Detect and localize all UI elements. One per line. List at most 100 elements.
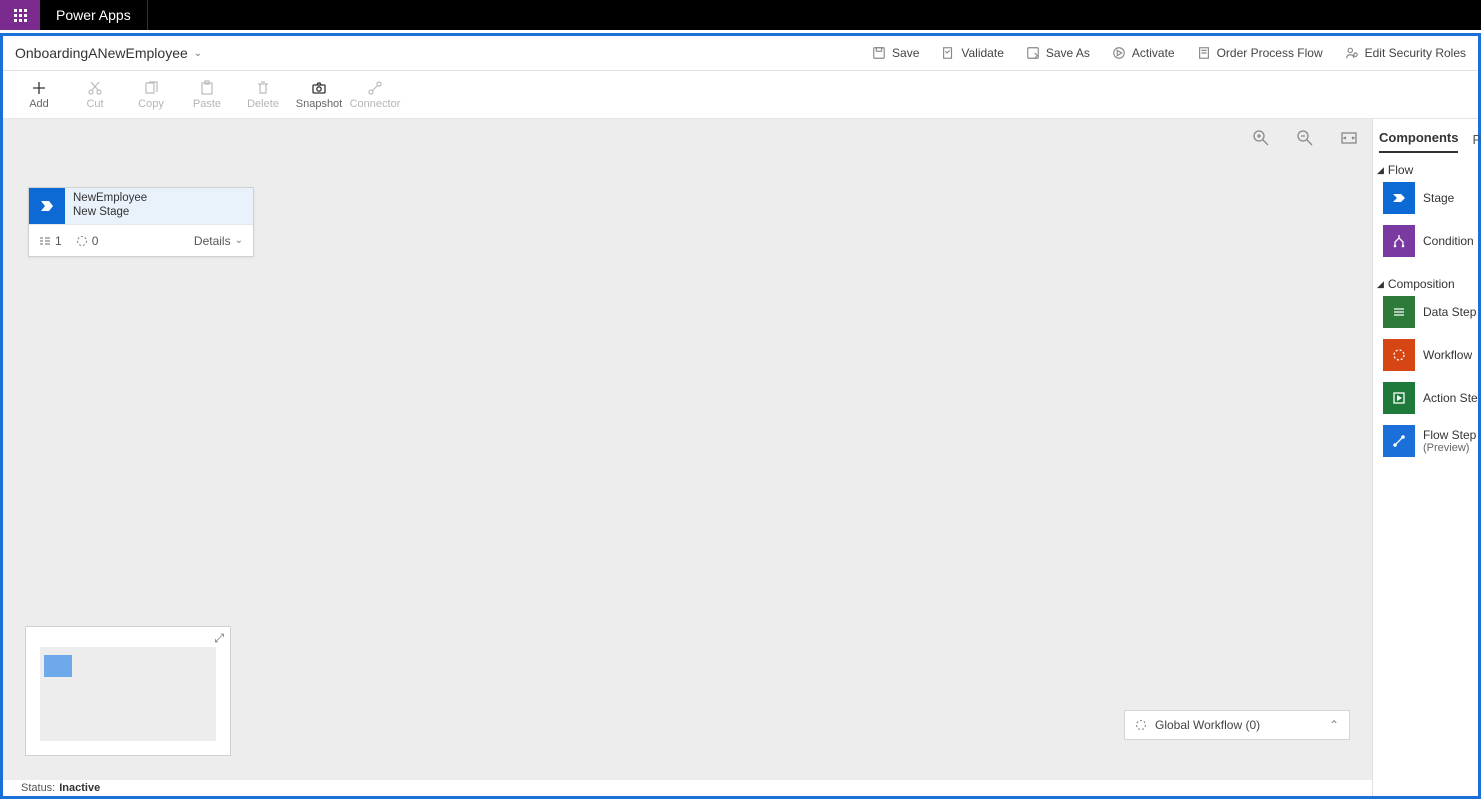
status-value: Inactive [59, 782, 100, 794]
zoom-out-icon[interactable] [1296, 129, 1314, 147]
edit-security-roles-button[interactable]: Edit Security Roles [1345, 46, 1466, 60]
waffle-icon [14, 9, 27, 22]
tab-components[interactable]: Components [1379, 130, 1458, 153]
component-data-step-label: Data Step [1423, 305, 1476, 319]
copy-label: Copy [138, 98, 164, 110]
designer-frame: OnboardingANewEmployee ⌄ Save Validate S… [0, 33, 1481, 799]
section-composition[interactable]: ◢ Composition [1373, 267, 1478, 295]
component-condition[interactable]: Condition [1373, 224, 1478, 258]
status-label: Status: [21, 782, 55, 794]
stage-text: NewEmployee New Stage [65, 188, 253, 224]
save-icon [872, 46, 886, 60]
minimap-expand-icon[interactable]: ⤢ [214, 631, 224, 646]
workflow-dashed-icon [76, 235, 88, 247]
snapshot-button[interactable]: Snapshot [291, 80, 347, 110]
app-launcher-button[interactable] [0, 0, 40, 30]
stage-icon [1383, 182, 1415, 214]
tab-properties[interactable]: Pr [1472, 132, 1481, 153]
zoom-in-icon[interactable] [1252, 129, 1270, 147]
minimap-stage [44, 655, 72, 677]
workflow-dashed-icon [1135, 719, 1147, 731]
stage-chevron-icon [39, 198, 55, 214]
section-flow-label: Flow [1388, 163, 1413, 177]
security-label: Edit Security Roles [1365, 46, 1466, 60]
save-as-button[interactable]: Save As [1026, 46, 1090, 60]
condition-icon [1383, 225, 1415, 257]
section-composition-label: Composition [1388, 277, 1455, 291]
validate-icon [941, 46, 955, 60]
cut-button[interactable]: Cut [67, 80, 123, 110]
security-icon [1345, 46, 1359, 60]
chevron-down-icon: ⌄ [194, 48, 202, 59]
step-count-value: 1 [55, 234, 62, 248]
add-label: Add [29, 98, 49, 110]
plus-icon [31, 80, 47, 96]
toolbar: Add Cut Copy Paste Delete Snapshot Conne… [3, 71, 1478, 119]
workflow-count: 0 [76, 234, 99, 248]
header-actions: Save Validate Save As Activate Order Pro… [872, 46, 1466, 60]
validate-button[interactable]: Validate [941, 46, 1003, 60]
activate-icon [1112, 46, 1126, 60]
connector-button[interactable]: Connector [347, 80, 403, 110]
stage-body: 1 0 Details ⌄ [29, 224, 253, 256]
camera-icon [311, 80, 327, 96]
panel-tabs: Components Pr [1373, 119, 1478, 153]
action-step-icon [1383, 382, 1415, 414]
component-condition-label: Condition [1423, 234, 1474, 248]
workflow-icon [1383, 339, 1415, 371]
paste-label: Paste [193, 98, 221, 110]
validate-label: Validate [961, 46, 1003, 60]
collapse-icon: ◢ [1377, 279, 1384, 290]
save-as-icon [1026, 46, 1040, 60]
process-name-dropdown[interactable]: OnboardingANewEmployee ⌄ [15, 45, 202, 61]
chevron-up-icon: ⌃ [1329, 718, 1339, 732]
data-step-icon [1383, 296, 1415, 328]
stage-entity-label: NewEmployee [73, 192, 245, 206]
zoom-controls [1252, 129, 1358, 147]
section-flow[interactable]: ◢ Flow [1373, 153, 1478, 181]
header-bar: OnboardingANewEmployee ⌄ Save Validate S… [3, 36, 1478, 71]
snapshot-label: Snapshot [296, 98, 342, 110]
stage-header: NewEmployee New Stage [29, 188, 253, 224]
chevron-down-icon: ⌄ [235, 235, 243, 246]
flow-step-text: Flow Step [1423, 428, 1476, 442]
flow-step-icon [1383, 425, 1415, 457]
component-workflow[interactable]: Workflow [1373, 338, 1478, 372]
stage-badge [29, 188, 65, 224]
component-flow-step-label: Flow Step (Preview) [1423, 428, 1476, 454]
cut-label: Cut [86, 98, 103, 110]
component-stage[interactable]: Stage [1373, 181, 1478, 215]
top-bar: Power Apps [0, 0, 1481, 30]
connector-icon [367, 80, 383, 96]
component-stage-label: Stage [1423, 191, 1454, 205]
process-name-label: OnboardingANewEmployee [15, 45, 188, 61]
fit-to-screen-icon[interactable] [1340, 129, 1358, 147]
delete-button[interactable]: Delete [235, 80, 291, 110]
canvas[interactable]: NewEmployee New Stage 1 0 Details [3, 119, 1372, 780]
copy-icon [143, 80, 159, 96]
minimap-inner [40, 647, 216, 741]
order-label: Order Process Flow [1217, 46, 1323, 60]
save-button[interactable]: Save [872, 46, 919, 60]
component-flow-step[interactable]: Flow Step (Preview) [1373, 424, 1478, 458]
order-process-flow-button[interactable]: Order Process Flow [1197, 46, 1323, 60]
app-title: Power Apps [40, 0, 148, 30]
global-workflow-bar[interactable]: Global Workflow (0) ⌃ [1124, 710, 1350, 740]
paste-button[interactable]: Paste [179, 80, 235, 110]
minimap[interactable]: ⤢ [25, 626, 231, 756]
steps-icon [39, 235, 51, 247]
collapse-icon: ◢ [1377, 165, 1384, 176]
copy-button[interactable]: Copy [123, 80, 179, 110]
component-data-step[interactable]: Data Step [1373, 295, 1478, 329]
component-action-step[interactable]: Action Ste [1373, 381, 1478, 415]
workflow-count-value: 0 [92, 234, 99, 248]
activate-label: Activate [1132, 46, 1175, 60]
paste-icon [199, 80, 215, 96]
order-icon [1197, 46, 1211, 60]
delete-label: Delete [247, 98, 279, 110]
activate-button[interactable]: Activate [1112, 46, 1175, 60]
details-button[interactable]: Details ⌄ [194, 234, 243, 248]
add-button[interactable]: Add [11, 80, 67, 110]
details-label: Details [194, 234, 231, 248]
stage-card[interactable]: NewEmployee New Stage 1 0 Details [28, 187, 254, 257]
